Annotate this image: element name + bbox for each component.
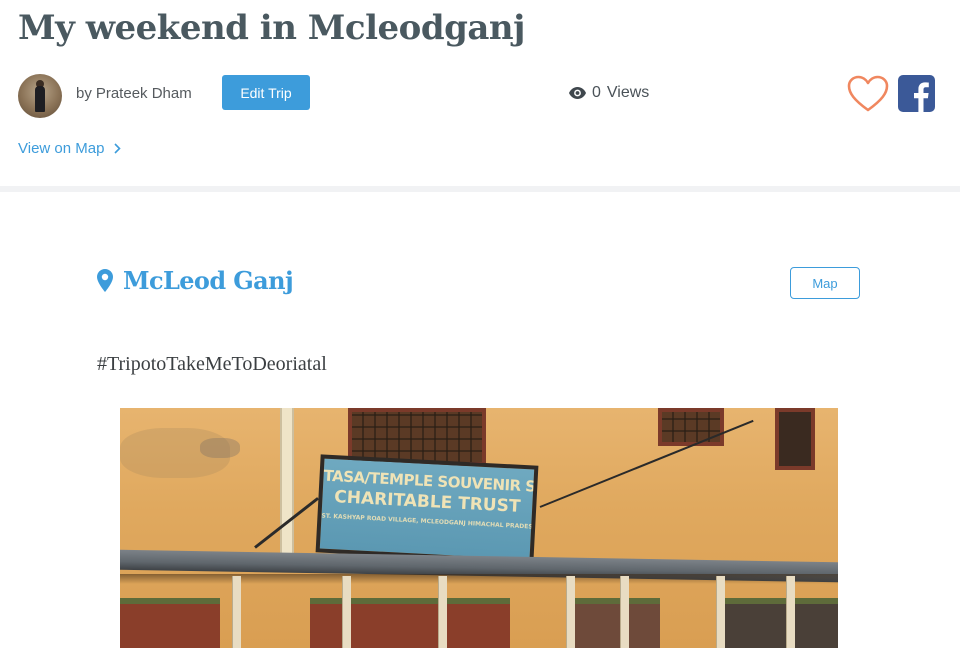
shopfront — [310, 598, 510, 648]
map-button[interactable]: Map — [790, 267, 860, 299]
veranda-post — [620, 576, 629, 648]
facebook-icon — [898, 75, 935, 112]
author-avatar[interactable] — [18, 74, 62, 118]
trip-title: My weekend in Mcleodganj — [18, 8, 525, 48]
veranda-post — [566, 576, 575, 648]
shop-signboard: TASA/TEMPLE SOUVENIR SHOP CHARITABLE TRU… — [315, 454, 539, 564]
heart-icon — [847, 75, 889, 112]
eye-icon — [569, 87, 586, 99]
trip-photo[interactable]: TASA/TEMPLE SOUVENIR SHOP CHARITABLE TRU… — [120, 408, 838, 648]
facebook-share-button[interactable] — [898, 75, 935, 112]
views-counter: 0 Views — [569, 84, 649, 102]
upper-window — [775, 408, 815, 470]
views-label: Views — [606, 84, 650, 101]
power-wire — [539, 419, 754, 508]
roof-shadow — [120, 574, 838, 584]
window-grille — [352, 412, 482, 462]
veranda-post — [232, 576, 241, 648]
veranda-post — [716, 576, 725, 648]
header-divider — [0, 186, 960, 192]
upper-window — [658, 408, 724, 446]
avatar-figure — [35, 86, 45, 112]
view-on-map-link[interactable]: View on Map — [18, 140, 122, 157]
author-prefix: by — [76, 85, 92, 102]
hashtag-text: #TripotoTakeMeToDeoriatal — [97, 353, 327, 375]
shopfront — [570, 598, 660, 648]
shopfront — [720, 598, 838, 648]
like-button[interactable] — [846, 74, 890, 114]
shopfront — [120, 598, 220, 648]
veranda-post — [438, 576, 447, 648]
place-heading: McLeod Ganj — [97, 266, 294, 295]
author-byline: by Prateek Dham — [76, 85, 192, 102]
author-name[interactable]: Prateek Dham — [96, 85, 192, 102]
edit-trip-button[interactable]: Edit Trip — [222, 75, 310, 110]
veranda-post — [342, 576, 351, 648]
trip-header: My weekend in Mcleodganj by Prateek Dham … — [0, 0, 960, 186]
view-on-map-label: View on Map — [18, 140, 105, 157]
drain-pipe — [280, 408, 294, 568]
place-name[interactable]: McLeod Ganj — [123, 266, 294, 295]
wall-stain — [200, 438, 240, 458]
views-count: 0 — [592, 84, 601, 101]
veranda-post — [786, 576, 795, 648]
chevron-right-icon — [114, 143, 122, 154]
location-pin-icon — [97, 269, 113, 292]
